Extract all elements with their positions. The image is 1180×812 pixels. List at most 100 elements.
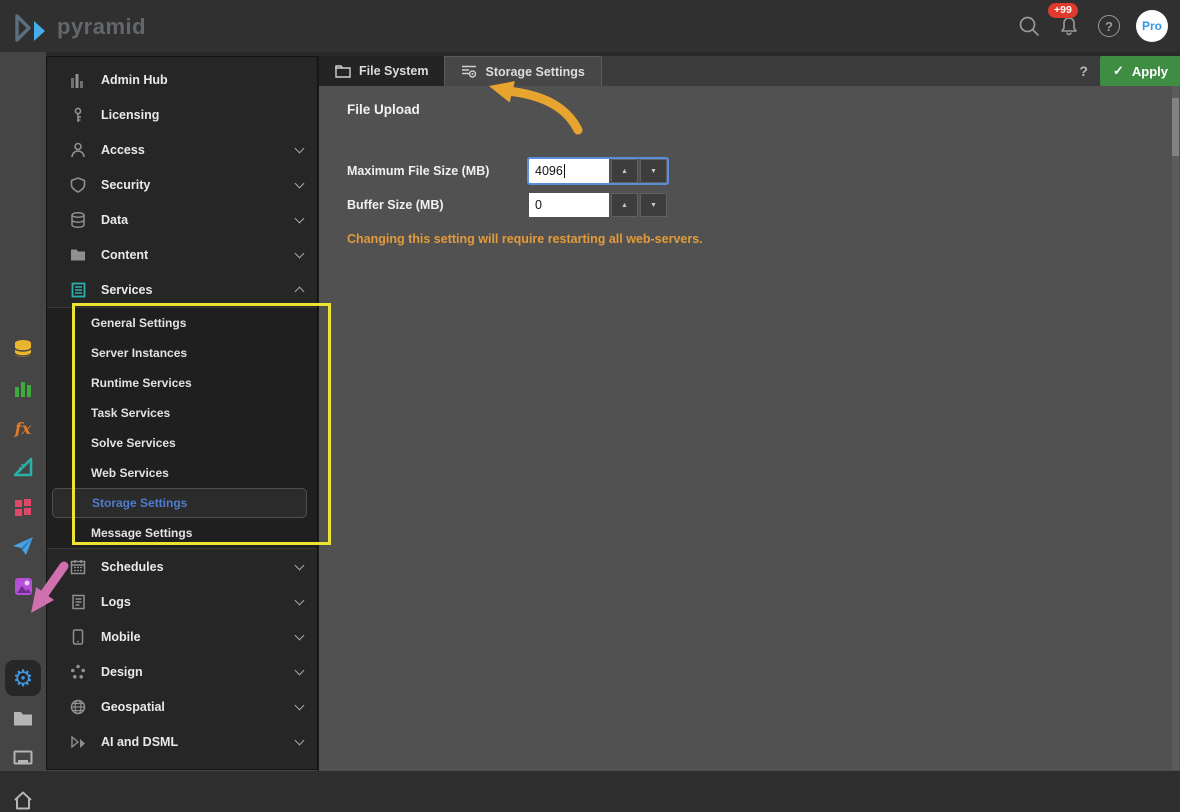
sidebar-item-mobile[interactable]: Mobile	[47, 619, 317, 654]
sidebar-item-label: Logs	[101, 595, 296, 609]
chevron-up-icon	[295, 287, 305, 297]
main-panel: File System Storage Settings ? ✓ Apply F…	[318, 56, 1180, 771]
sidebar-item-label: Services	[101, 283, 296, 297]
set-square-teal-icon	[13, 457, 33, 477]
rail-formulate-button[interactable]: fx	[11, 416, 35, 440]
rail-illustration-button[interactable]	[11, 574, 35, 598]
search-icon[interactable]	[1016, 13, 1042, 39]
top-bar-actions: +99 ? Pro	[1016, 0, 1168, 52]
spin-down-button[interactable]: ▼	[640, 193, 667, 217]
sidebar-item-label: Design	[101, 665, 296, 679]
pyramid-logo[interactable]: pyramid	[14, 9, 146, 45]
pyramid-logo-icon	[14, 9, 48, 45]
spin-up-button[interactable]: ▲	[611, 193, 638, 217]
help-question-mark: ?	[1098, 15, 1120, 37]
buffer-size-row: Buffer Size (MB) 0 ▲ ▼	[347, 193, 667, 217]
chevron-down-icon	[295, 735, 305, 745]
panel-help-icon[interactable]: ?	[1079, 63, 1088, 79]
apply-button[interactable]: ✓ Apply	[1100, 56, 1180, 86]
buffer-size-input[interactable]: 0	[529, 193, 609, 217]
buffer-size-spinner: 0 ▲ ▼	[529, 193, 667, 217]
person-icon	[69, 141, 87, 159]
sidebar-item-licensing[interactable]: Licensing	[47, 97, 317, 132]
log-document-icon	[69, 593, 87, 611]
storage-settings-tab-icon	[461, 64, 477, 79]
restart-warning-text: Changing this setting will require resta…	[347, 232, 703, 246]
sidebar-item-admin-hub[interactable]: Admin Hub	[47, 62, 317, 97]
subitem-server-instances[interactable]: Server Instances	[47, 338, 317, 368]
check-icon: ✓	[1113, 63, 1124, 79]
sidebar-item-label: Mobile	[101, 630, 296, 644]
chevron-down-icon	[295, 560, 305, 570]
storage-settings-content: File Upload Maximum File Size (MB) 4096 …	[319, 86, 1180, 771]
sidebar-item-geospatial[interactable]: Geospatial	[47, 689, 317, 724]
max-file-size-spinner: 4096 ▲ ▼	[529, 159, 667, 183]
sidebar-item-security[interactable]: Security	[47, 167, 317, 202]
sidebar-item-data[interactable]: Data	[47, 202, 317, 237]
subitem-solve-services[interactable]: Solve Services	[47, 428, 317, 458]
rail-home-button[interactable]	[11, 788, 35, 812]
chevron-down-icon	[295, 595, 305, 605]
sidebar-item-logs[interactable]: Logs	[47, 584, 317, 619]
presentation-screen-icon	[13, 750, 33, 768]
help-icon[interactable]: ?	[1096, 13, 1122, 39]
rail-model-database-button[interactable]	[11, 337, 35, 361]
services-submenu: General Settings Server Instances Runtim…	[47, 307, 317, 549]
rail-content-button[interactable]	[11, 706, 35, 730]
phone-icon	[69, 628, 87, 646]
sidebar-item-ai-and-dsml[interactable]: AI and DSML	[47, 724, 317, 759]
rail-present-button[interactable]	[11, 747, 35, 771]
paper-plane-blue-icon	[12, 536, 34, 556]
max-file-size-input[interactable]: 4096	[529, 159, 609, 183]
rail-illustrate-button[interactable]	[11, 455, 35, 479]
subitem-task-services[interactable]: Task Services	[47, 398, 317, 428]
sidebar-item-label: Data	[101, 213, 296, 227]
folder-icon	[69, 246, 87, 264]
chevron-down-icon	[295, 178, 305, 188]
rail-tabulate-button[interactable]	[11, 495, 35, 519]
max-file-size-label: Maximum File Size (MB)	[347, 164, 529, 178]
folder-gray-icon	[13, 710, 33, 727]
sidebar-item-access[interactable]: Access	[47, 132, 317, 167]
text-caret	[564, 164, 565, 178]
image-purple-icon	[14, 577, 33, 596]
shield-icon	[69, 176, 87, 194]
tab-strip-actions: ? ✓ Apply	[1079, 56, 1180, 86]
sidebar-item-label: AI and DSML	[101, 735, 296, 749]
notifications-bell-icon[interactable]: +99	[1056, 13, 1082, 39]
rail-discover-button[interactable]	[11, 377, 35, 401]
scrollbar-thumb[interactable]	[1172, 98, 1179, 156]
pyramid-admin-app: pyramid +99 ? Pro	[0, 0, 1180, 771]
rail-publish-button[interactable]	[11, 534, 35, 558]
globe-icon	[69, 698, 87, 716]
sidebar-item-label: Schedules	[101, 560, 296, 574]
rail-admin-button[interactable]: ⚙	[5, 660, 41, 696]
admin-gear-icon: ⚙	[13, 667, 34, 690]
database-yellow-icon	[13, 339, 33, 359]
subitem-web-services[interactable]: Web Services	[47, 458, 317, 488]
subitem-message-settings[interactable]: Message Settings	[47, 518, 317, 548]
sidebar-item-label: Admin Hub	[101, 73, 303, 87]
sidebar-item-schedules[interactable]: Schedules	[47, 549, 317, 584]
spin-down-button[interactable]: ▼	[640, 159, 667, 183]
logo-text: pyramid	[57, 14, 146, 40]
avatar[interactable]: Pro	[1136, 10, 1168, 42]
spin-up-button[interactable]: ▲	[611, 159, 638, 183]
sidebar-item-design[interactable]: Design	[47, 654, 317, 689]
grid-squares-pink-icon	[14, 498, 32, 516]
notifications-badge: +99	[1048, 3, 1078, 18]
subitem-storage-settings[interactable]: Storage Settings	[52, 488, 307, 518]
sidebar-item-label: Geospatial	[101, 700, 296, 714]
tab-file-system[interactable]: File System	[319, 56, 444, 86]
admin-hub-icon	[69, 71, 87, 89]
sidebar-item-label: Access	[101, 143, 296, 157]
subitem-runtime-services[interactable]: Runtime Services	[47, 368, 317, 398]
chevron-down-icon	[295, 630, 305, 640]
tab-storage-settings[interactable]: Storage Settings	[444, 56, 601, 86]
subitem-general-settings[interactable]: General Settings	[47, 308, 317, 338]
bar-chart-green-icon	[14, 380, 32, 398]
database-icon	[69, 211, 87, 229]
vertical-scrollbar[interactable]	[1172, 86, 1179, 770]
sidebar-item-content[interactable]: Content	[47, 237, 317, 272]
sidebar-item-services[interactable]: Services	[47, 272, 317, 307]
